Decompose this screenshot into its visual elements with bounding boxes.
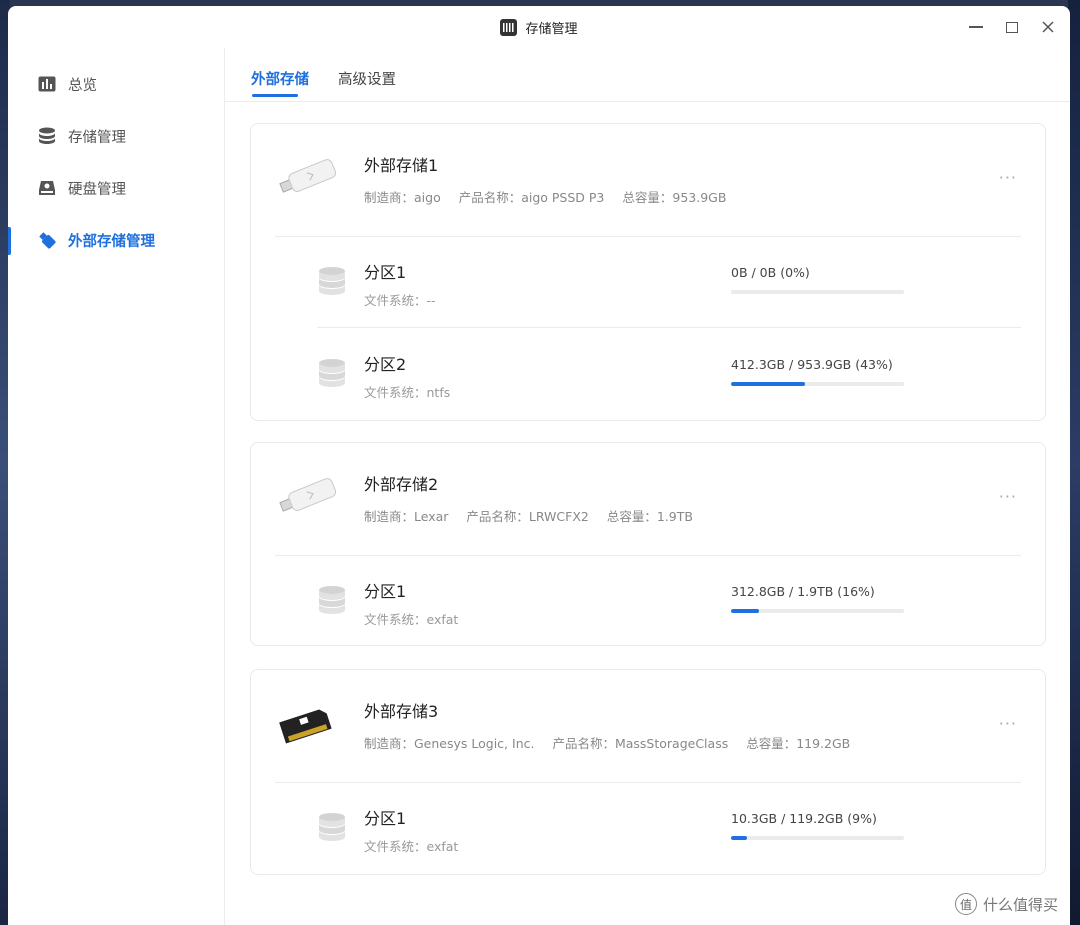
- sidebar-item-label: 外部存储管理: [68, 233, 155, 250]
- close-icon: [1042, 21, 1054, 33]
- partition-usage: 10.3GB / 119.2GB (9%): [731, 811, 877, 826]
- tab-external-storage[interactable]: 外部存储: [251, 68, 309, 89]
- more-options-button[interactable]: ···: [999, 714, 1017, 733]
- divider: [275, 782, 1021, 783]
- device-capacity: 总容量：119.2GB: [746, 736, 851, 751]
- device-card-3: 外部存储3 制造商：Genesys Logic, Inc. 产品名称：MassS…: [250, 669, 1046, 875]
- divider: [275, 555, 1021, 556]
- usage-bar: [731, 836, 904, 840]
- hard-disk-icon: [38, 179, 56, 197]
- storage-app-icon: [500, 18, 518, 36]
- device-manufacturer: 制造商：Lexar: [364, 509, 449, 524]
- usb-drive-icon: [279, 478, 337, 512]
- partition-usage: 312.8GB / 1.9TB (16%): [731, 584, 875, 599]
- more-options-button[interactable]: ···: [999, 487, 1017, 506]
- usage-bar: [731, 290, 904, 294]
- database-icon: [38, 127, 56, 145]
- watermark-text: 什么值得买: [982, 895, 1058, 914]
- sidebar-item-label: 硬盘管理: [68, 181, 126, 198]
- tab-bar: 外部存储 高级设置: [225, 48, 1070, 102]
- usage-bar-fill: [731, 382, 806, 386]
- watermark-logo: 值: [954, 893, 977, 915]
- title-bar[interactable]: 存储管理: [8, 6, 1070, 48]
- watermark: 值 什么值得买: [954, 893, 1058, 915]
- usage-bar: [731, 609, 904, 613]
- device-name: 外部存储1: [364, 156, 439, 175]
- partition-filesystem: 文件系统：ntfs: [364, 385, 451, 400]
- sidebar-item-label: 存储管理: [68, 129, 126, 146]
- device-name: 外部存储3: [364, 702, 439, 721]
- sidebar-item-label: 总览: [68, 77, 97, 94]
- device-product: 产品名称：aigo PSSD P3: [458, 190, 605, 205]
- partition-filesystem: 文件系统：--: [364, 293, 436, 308]
- divider: [317, 327, 1021, 328]
- usb-icon: [38, 231, 56, 249]
- device-product: 产品名称：LRWCFX2: [466, 509, 589, 524]
- partition-disk-icon: [319, 813, 345, 841]
- device-capacity: 总容量：953.9GB: [622, 190, 727, 205]
- partition-disk-icon: [319, 267, 345, 295]
- window-title: 存储管理: [525, 21, 578, 37]
- maximize-button[interactable]: [1004, 19, 1020, 35]
- partition-name: 分区1: [364, 809, 407, 828]
- sidebar: 总览 存储管理 硬盘管理 外部存储管理: [8, 48, 225, 925]
- partition-name: 分区1: [364, 263, 407, 282]
- sidebar-item-overview[interactable]: 总览: [8, 64, 224, 104]
- partition-name: 分区2: [364, 355, 407, 374]
- device-capacity: 总容量：1.9TB: [606, 509, 693, 524]
- sidebar-item-storage[interactable]: 存储管理: [8, 116, 224, 156]
- active-tab-indicator: [252, 94, 298, 97]
- sidebar-item-external-storage[interactable]: 外部存储管理: [8, 220, 224, 260]
- device-manufacturer: 制造商：Genesys Logic, Inc.: [364, 736, 535, 751]
- usage-bar-fill: [731, 836, 747, 840]
- device-manufacturer: 制造商：aigo: [364, 190, 441, 205]
- minimize-button[interactable]: [968, 19, 984, 35]
- partition-filesystem: 文件系统：exfat: [364, 839, 459, 854]
- device-card-2: 外部存储2 制造商：Lexar 产品名称：LRWCFX2 总容量：1.9TB ·…: [250, 442, 1046, 646]
- sd-card-icon: [279, 709, 332, 744]
- usage-bar: [731, 382, 904, 386]
- partition-disk-icon: [319, 359, 345, 387]
- more-options-button[interactable]: ···: [999, 168, 1017, 187]
- close-button[interactable]: [1040, 19, 1056, 35]
- partition-usage: 412.3GB / 953.9GB (43%): [731, 357, 893, 372]
- partition-filesystem: 文件系统：exfat: [364, 612, 459, 627]
- usb-drive-icon: [279, 159, 337, 193]
- minimize-icon: [969, 26, 983, 28]
- device-name: 外部存储2: [364, 475, 439, 494]
- device-card-1: 外部存储1 制造商：aigo 产品名称：aigo PSSD P3 总容量：953…: [250, 123, 1046, 421]
- device-meta: 制造商：Genesys Logic, Inc. 产品名称：MassStorage…: [364, 733, 864, 752]
- partition-usage: 0B / 0B (0%): [731, 265, 810, 280]
- device-meta: 制造商：Lexar 产品名称：LRWCFX2 总容量：1.9TB: [364, 506, 707, 525]
- storage-manager-window: 存储管理 总览 存储管理 硬盘管理 外部存储管理 外部存储 高级设置 外部存储1…: [8, 6, 1070, 925]
- partition-disk-icon: [319, 586, 345, 614]
- divider: [275, 236, 1021, 237]
- usage-bar-fill: [731, 609, 759, 613]
- device-meta: 制造商：aigo 产品名称：aigo PSSD P3 总容量：953.9GB: [364, 187, 740, 206]
- maximize-icon: [1006, 21, 1018, 33]
- sidebar-item-disk[interactable]: 硬盘管理: [8, 168, 224, 208]
- partition-name: 分区1: [364, 582, 407, 601]
- tab-advanced-settings[interactable]: 高级设置: [338, 68, 396, 89]
- device-product: 产品名称：MassStorageClass: [552, 736, 729, 751]
- chart-icon: [38, 75, 56, 93]
